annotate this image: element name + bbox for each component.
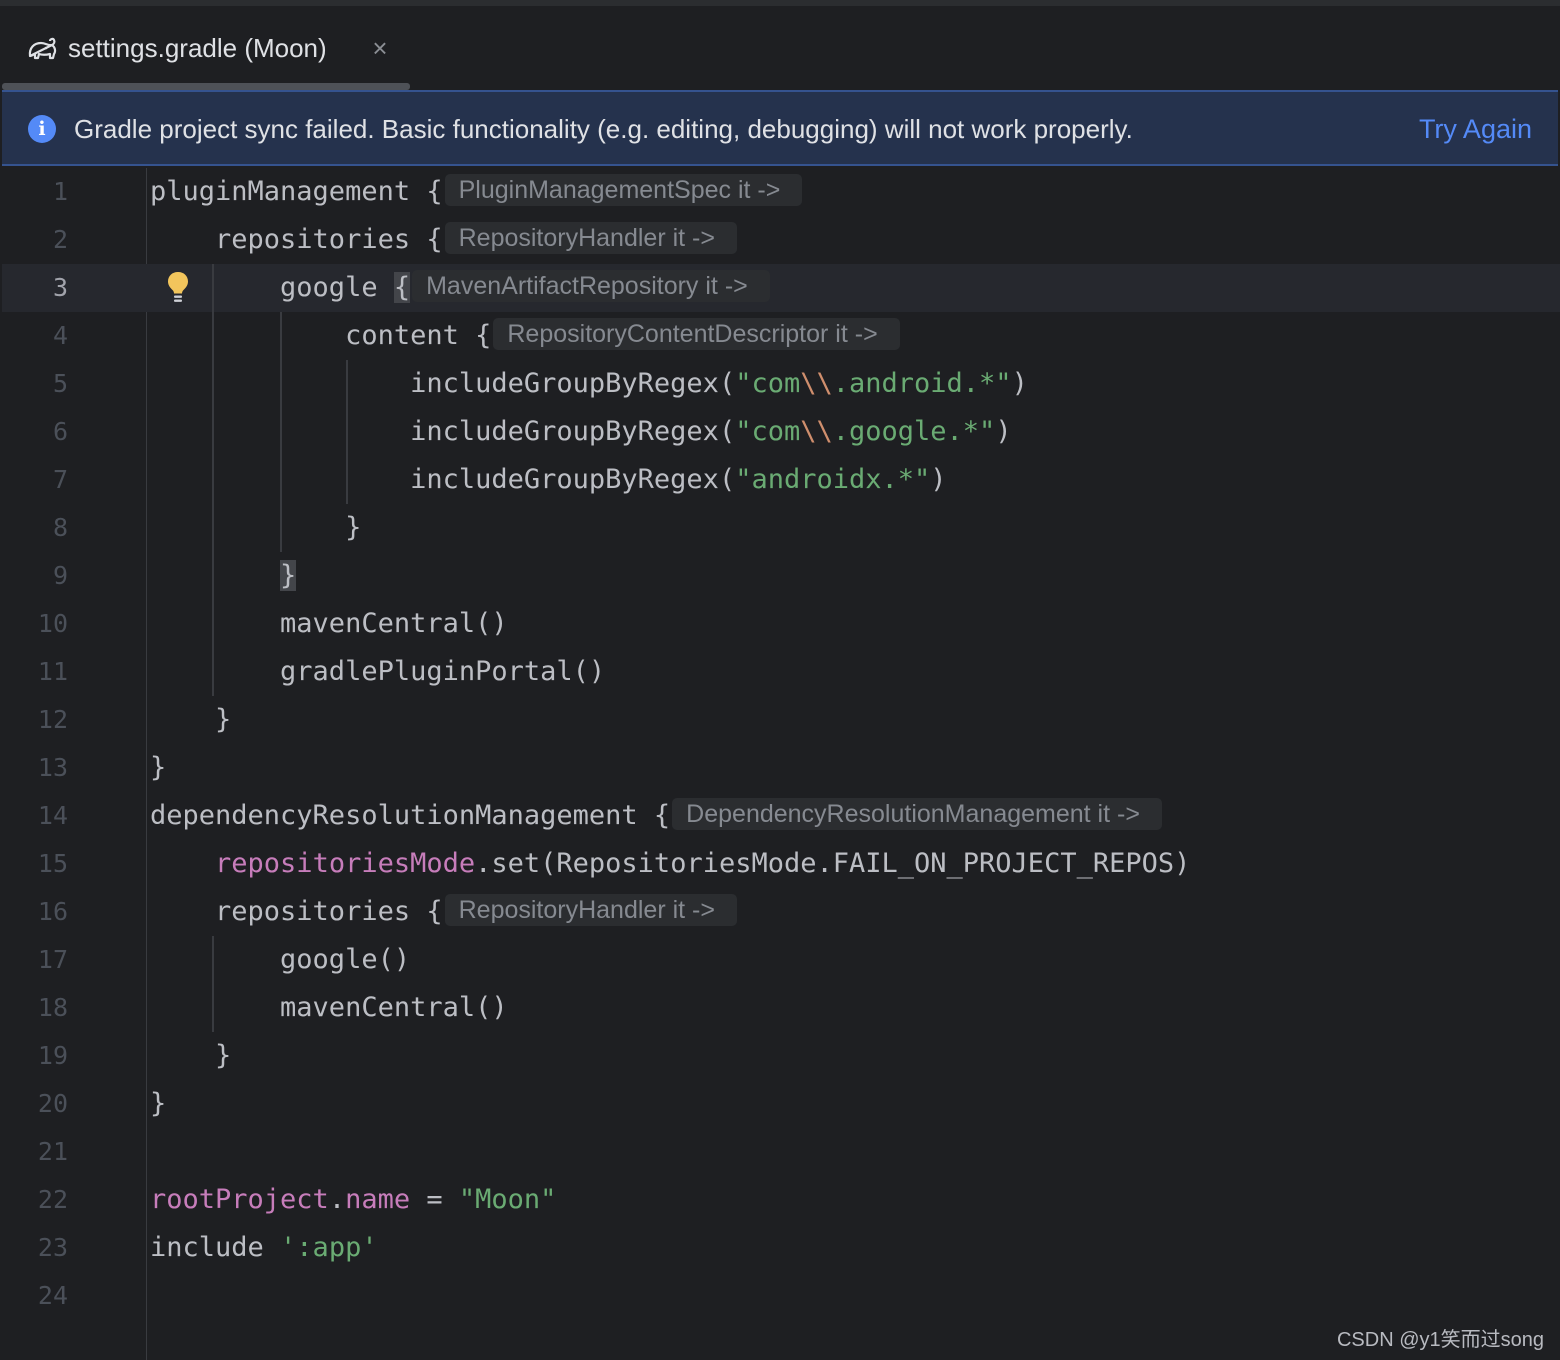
code-text[interactable]: google(): [150, 936, 410, 984]
sync-failed-banner: i Gradle project sync failed. Basic func…: [2, 90, 1558, 166]
line-number: 16: [37, 897, 68, 926]
line-number: 7: [52, 465, 68, 494]
parameter-hint: RepositoryHandler it ->: [444, 894, 737, 926]
line-number: 21: [37, 1137, 68, 1166]
line-number: 18: [37, 993, 68, 1022]
code-text[interactable]: repositoriesMode.set(RepositoriesMode.FA…: [150, 840, 1190, 888]
code-text[interactable]: mavenCentral(): [150, 984, 508, 1032]
code-text[interactable]: }: [150, 504, 361, 552]
line-number: 4: [52, 321, 68, 350]
line-number: 8: [52, 513, 68, 542]
code-line[interactable]: 3 google {MavenArtifactRepository it ->: [0, 264, 1560, 312]
code-line[interactable]: 9 }: [0, 552, 1560, 600]
close-icon[interactable]: ×: [366, 34, 394, 62]
code-line[interactable]: 14 dependencyResolutionManagement {Depend…: [0, 792, 1560, 840]
code-text[interactable]: includeGroupByRegex("com\\.android.*"): [150, 360, 1028, 408]
line-number: 20: [37, 1089, 68, 1118]
code-line[interactable]: 10 mavenCentral(): [0, 600, 1560, 648]
code-text[interactable]: }: [150, 696, 231, 744]
code-line[interactable]: 17 google(): [0, 936, 1560, 984]
line-number: 15: [37, 849, 68, 878]
line-number: 19: [37, 1041, 68, 1070]
active-tab-indicator: [2, 83, 410, 90]
editor-tab-bar: settings.gradle (Moon) ×: [0, 6, 1560, 90]
code-line[interactable]: 6 includeGroupByRegex("com\\.google.*"): [0, 408, 1560, 456]
code-text[interactable]: }: [150, 1080, 166, 1128]
parameter-hint: DependencyResolutionManagement it ->: [672, 798, 1162, 830]
code-text[interactable]: dependencyResolutionManagement {Dependen…: [150, 792, 1162, 840]
parameter-hint: MavenArtifactRepository it ->: [412, 270, 770, 302]
code-text[interactable]: repositories {RepositoryHandler it ->: [150, 888, 737, 936]
code-text[interactable]: includeGroupByRegex("com\\.google.*"): [150, 408, 1012, 456]
code-text[interactable]: pluginManagement {PluginManagementSpec i…: [150, 168, 803, 216]
code-line[interactable]: 16 repositories {RepositoryHandler it ->: [0, 888, 1560, 936]
code-text[interactable]: rootProject.name = "Moon": [150, 1176, 556, 1224]
code-text[interactable]: }: [150, 552, 297, 600]
code-line[interactable]: 23 include ':app': [0, 1224, 1560, 1272]
watermark: CSDN @y1笑而过song: [1336, 1329, 1544, 1351]
line-number: 3: [52, 273, 68, 302]
info-icon: i: [28, 115, 56, 143]
code-line[interactable]: 11 gradlePluginPortal(): [0, 648, 1560, 696]
code-line[interactable]: 15 repositoriesMode.set(RepositoriesMode…: [0, 840, 1560, 888]
code-line[interactable]: 24: [0, 1272, 1560, 1320]
code-line[interactable]: 22 rootProject.name = "Moon": [0, 1176, 1560, 1224]
code-line[interactable]: 2 repositories {RepositoryHandler it ->: [0, 216, 1560, 264]
line-number: 14: [37, 801, 68, 830]
code-line[interactable]: 18 mavenCentral(): [0, 984, 1560, 1032]
line-number: 22: [37, 1185, 68, 1214]
code-line[interactable]: 4 content {RepositoryContentDescriptor i…: [0, 312, 1560, 360]
parameter-hint: RepositoryContentDescriptor it ->: [493, 318, 900, 350]
code-line[interactable]: 5 includeGroupByRegex("com\\.android.*"): [0, 360, 1560, 408]
line-number: 2: [52, 225, 68, 254]
tab-settings-gradle[interactable]: settings.gradle (Moon) ×: [2, 6, 410, 90]
gradle-elephant-icon: [28, 37, 57, 60]
code-line[interactable]: 1 pluginManagement {PluginManagementSpec …: [0, 168, 1560, 216]
line-number: 17: [37, 945, 68, 974]
code-line[interactable]: 13}: [0, 744, 1560, 792]
code-line[interactable]: 20}: [0, 1080, 1560, 1128]
code-line[interactable]: 7 includeGroupByRegex("androidx.*"): [0, 456, 1560, 504]
code-text[interactable]: mavenCentral(): [150, 600, 508, 648]
try-again-link[interactable]: Try Again: [1419, 112, 1532, 146]
code-text[interactable]: google {MavenArtifactRepository it ->: [150, 264, 770, 312]
code-text[interactable]: gradlePluginPortal(): [150, 648, 605, 696]
banner-message: Gradle project sync failed. Basic functi…: [74, 114, 1133, 144]
code-text[interactable]: repositories {RepositoryHandler it ->: [150, 216, 737, 264]
line-number: 10: [37, 609, 68, 638]
code-text[interactable]: includeGroupByRegex("androidx.*"): [150, 456, 946, 504]
line-number: 1: [52, 177, 68, 206]
code-text[interactable]: content {RepositoryContentDescriptor it …: [150, 312, 900, 360]
line-number: 9: [52, 561, 68, 590]
tab-title: settings.gradle (Moon): [68, 33, 327, 63]
parameter-hint: PluginManagementSpec it ->: [444, 174, 803, 206]
line-number: 5: [52, 369, 68, 398]
code-text[interactable]: include ':app': [150, 1224, 378, 1272]
line-number: 24: [37, 1281, 68, 1310]
line-number: 12: [37, 705, 68, 734]
code-line[interactable]: 12 }: [0, 696, 1560, 744]
line-number: 11: [37, 657, 68, 686]
code-text[interactable]: }: [150, 1032, 231, 1080]
line-number: 6: [52, 417, 68, 446]
parameter-hint: RepositoryHandler it ->: [444, 222, 737, 254]
code-editor[interactable]: 1 pluginManagement {PluginManagementSpec …: [0, 168, 1560, 1360]
code-line[interactable]: 8 }: [0, 504, 1560, 552]
line-number: 13: [37, 753, 68, 782]
code-line[interactable]: 19 }: [0, 1032, 1560, 1080]
line-number: 23: [37, 1233, 68, 1262]
code-text[interactable]: }: [150, 744, 166, 792]
code-line[interactable]: 21: [0, 1128, 1560, 1176]
